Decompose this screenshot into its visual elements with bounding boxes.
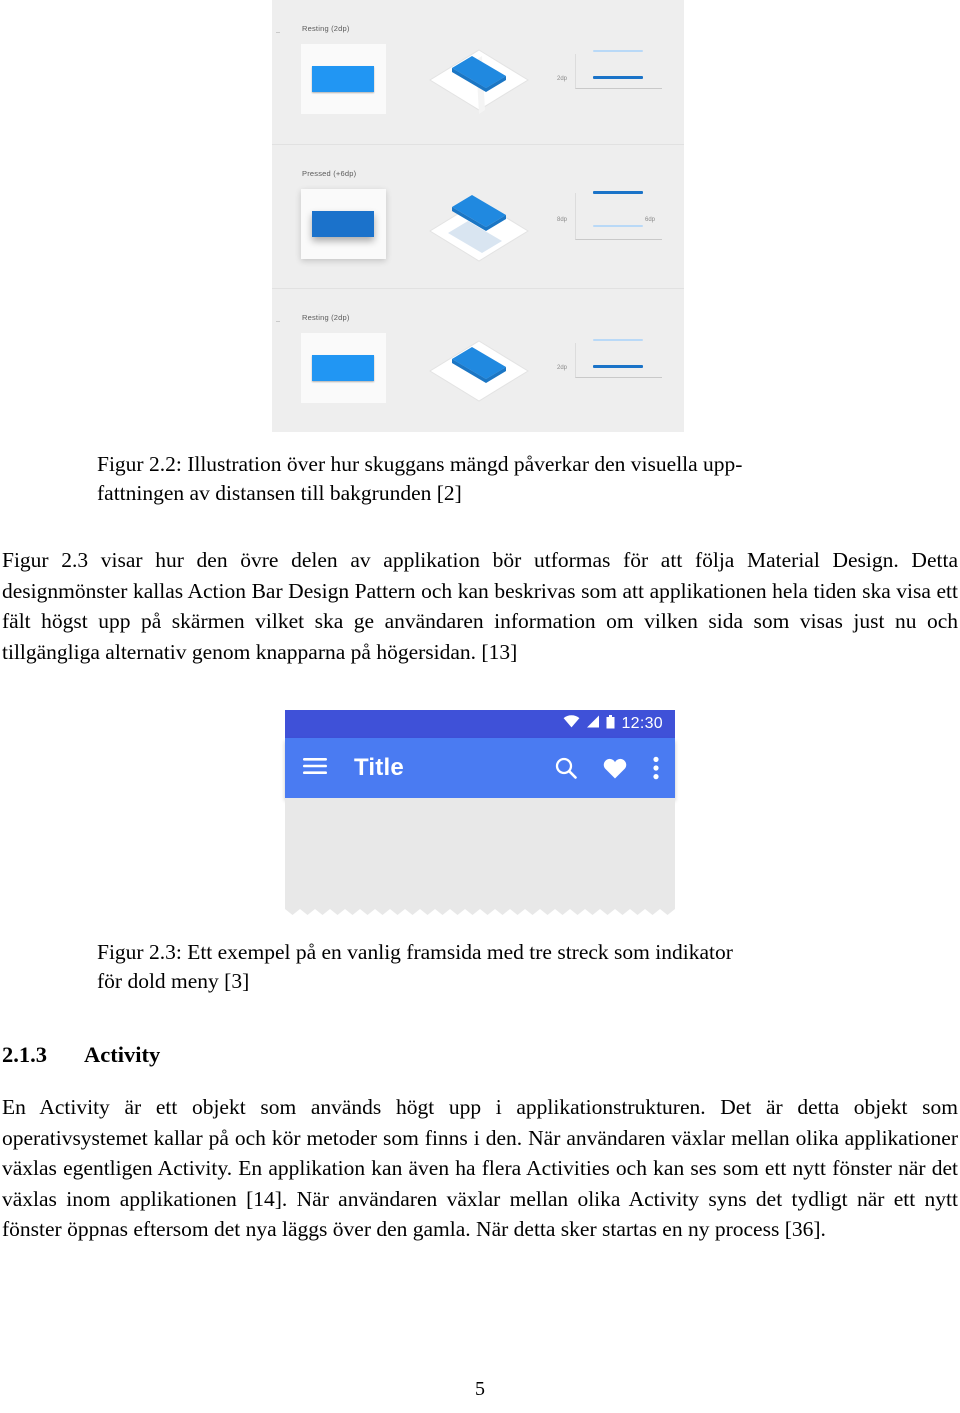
figure-2-3-caption: Figur 2.3: Ett exempel på en vanlig fram… [97, 938, 887, 996]
isometric-elevation-diagram [424, 325, 534, 413]
elevation-scale: 8dp 6dp [557, 185, 665, 265]
scale-bar-light [593, 339, 643, 341]
scale-bar-dark [593, 365, 643, 368]
figure-2-3-action-bar: 12:30 Title [285, 710, 675, 915]
shadow-row: Resting (2dp) 2dp [272, 0, 684, 144]
isometric-svg [429, 195, 529, 262]
elevated-button-shape [312, 355, 374, 381]
caption-line: fattningen av distansen till bakgrunden … [97, 481, 462, 505]
scale-box [575, 193, 662, 240]
isometric-svg [429, 340, 529, 402]
torn-edge-decoration [285, 909, 675, 915]
section-number: 2.1.3 [2, 1042, 47, 1067]
card-preview-panel [301, 333, 386, 403]
shadow-row-label: Pressed (+6dp) [302, 169, 357, 178]
scale-bar-dark [593, 191, 643, 194]
app-bar-title: Title [354, 754, 404, 781]
overflow-menu-icon[interactable] [653, 756, 659, 780]
scale-label-left: 2dp [557, 365, 568, 371]
heart-icon[interactable] [603, 757, 627, 779]
section-title: Activity [84, 1042, 161, 1067]
elevated-button-shape [312, 66, 374, 92]
caption-line: Figur 2.3: Ett exempel på en vanlig fram… [97, 940, 733, 964]
caption-line: för dold meny [3] [97, 969, 250, 993]
scale-box [575, 54, 662, 89]
scale-bar-dark [593, 76, 643, 79]
android-status-bar: 12:30 [285, 710, 675, 738]
scale-box [575, 343, 662, 378]
scale-label-left: 2dp [557, 76, 568, 82]
page-number: 5 [475, 1378, 485, 1400]
elevated-button-shape [312, 211, 374, 237]
card-preview-panel [301, 189, 386, 259]
elevation-scale: 2dp [557, 40, 665, 120]
shadow-row: Pressed (+6dp) 8dp 6dp [272, 144, 684, 288]
row-tick-marker [276, 321, 280, 322]
row-tick-marker [276, 32, 280, 33]
body-paragraph-activity: En Activity är ett objekt som används hö… [2, 1095, 958, 1241]
wifi-icon [563, 715, 580, 733]
scale-bar-light [593, 225, 643, 227]
search-icon[interactable] [555, 757, 577, 779]
hamburger-menu-icon[interactable] [303, 757, 327, 780]
elevation-scale: 2dp [557, 329, 665, 409]
android-content-area [285, 798, 675, 915]
scale-label-left: 8dp [557, 217, 568, 223]
isometric-elevation-diagram [424, 181, 534, 269]
card-preview-panel [301, 44, 386, 114]
body-paragraph-material-design: Figur 2.3 visar hur den övre delen av ap… [2, 548, 958, 664]
figure-2-2-caption: Figur 2.2: Illustration över hur skuggan… [97, 450, 887, 508]
signal-icon [586, 715, 600, 733]
scale-bar-light [593, 50, 643, 52]
isometric-svg [429, 49, 529, 114]
figure-2-2-material-shadow: Resting (2dp) 2dp Pressed (+6dp) 8dp 6dp… [272, 0, 684, 432]
isometric-elevation-diagram [424, 36, 534, 124]
android-app-bar: Title [285, 738, 675, 798]
caption-line: Figur 2.2: Illustration över hur skuggan… [97, 452, 743, 476]
status-bar-clock: 12:30 [621, 715, 663, 732]
shadow-row-label: Resting (2dp) [302, 24, 350, 33]
section-heading: 2.1.3 Activity [2, 1042, 160, 1068]
shadow-row: Resting (2dp) 2dp [272, 288, 684, 432]
battery-icon [606, 714, 615, 734]
shadow-row-label: Resting (2dp) [302, 313, 350, 322]
